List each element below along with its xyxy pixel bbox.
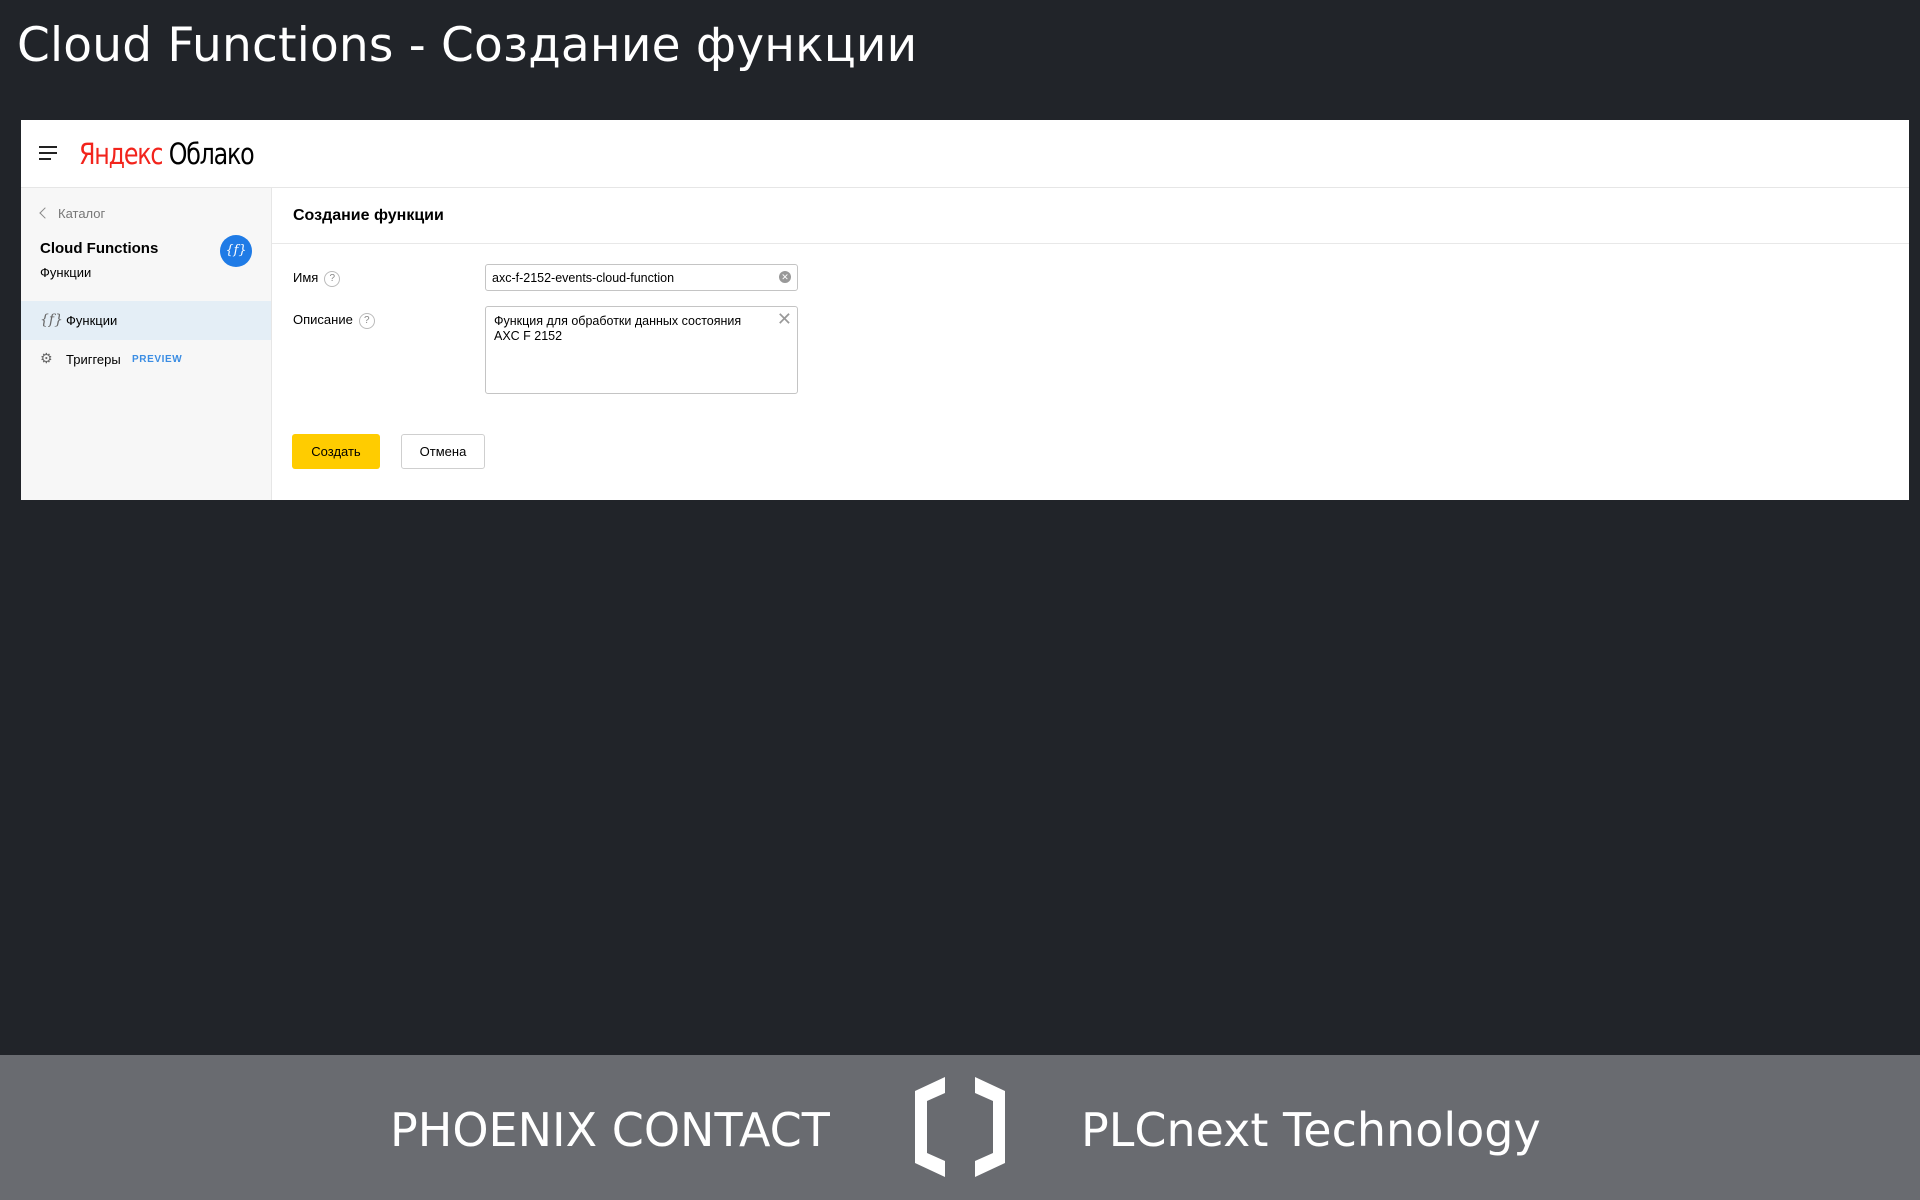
description-label-text: Описание bbox=[293, 312, 353, 327]
sidebar-item-label: Функции bbox=[66, 313, 118, 328]
functions-service-icon: {f} bbox=[220, 235, 252, 267]
clear-icon[interactable]: ✕ bbox=[779, 271, 791, 283]
sidebar-item-triggers[interactable]: ⚙ Триггеры PREVIEW bbox=[21, 340, 271, 379]
top-bar: Яндекс Облако bbox=[21, 120, 1909, 188]
description-label: Описание? bbox=[293, 312, 375, 329]
slide-title: Cloud Functions - Создание функции bbox=[17, 18, 918, 73]
create-button[interactable]: Создать bbox=[292, 434, 380, 469]
sidebar-item-functions[interactable]: {f} Функции bbox=[21, 301, 271, 340]
page-title: Создание функции bbox=[293, 207, 444, 224]
name-label-text: Имя bbox=[293, 270, 319, 285]
description-field-value: Функция для обработки данных состояния A… bbox=[494, 314, 742, 343]
sidebar-item-label: Триггеры bbox=[66, 352, 121, 367]
chevron-left-icon bbox=[39, 207, 51, 219]
footer-banner: PHOENIX CONTACT PLCnext Technology bbox=[0, 1055, 1920, 1200]
gear-icon: ⚙ bbox=[40, 351, 53, 367]
sidebar: Каталог Cloud Functions Функции {f} {f} … bbox=[21, 188, 272, 500]
menu-icon[interactable] bbox=[39, 146, 61, 164]
logo-product: Облако bbox=[168, 137, 255, 171]
help-icon[interactable]: ? bbox=[358, 312, 375, 329]
service-title: Cloud Functions bbox=[40, 240, 159, 257]
name-field-value: axc-f-2152-events-cloud-function bbox=[492, 271, 675, 285]
catalog-back-label: Каталог bbox=[58, 206, 106, 221]
phoenix-contact-brand: PHOENIX CONTACT bbox=[390, 1103, 830, 1157]
name-label: Имя? bbox=[293, 270, 341, 287]
yandex-cloud-logo[interactable]: Яндекс Облако bbox=[79, 136, 255, 172]
description-field[interactable]: Функция для обработки данных состояния A… bbox=[485, 306, 798, 394]
preview-badge: PREVIEW bbox=[132, 354, 183, 365]
yandex-cloud-console: Яндекс Облако Каталог Cloud Functions Фун… bbox=[21, 120, 1909, 500]
logo-brand: Яндекс bbox=[79, 137, 163, 171]
name-field[interactable]: axc-f-2152-events-cloud-function ✕ bbox=[485, 264, 798, 291]
catalog-back-link[interactable]: Каталог bbox=[39, 206, 106, 221]
function-icon: {f} bbox=[40, 312, 63, 328]
cancel-button[interactable]: Отмена bbox=[401, 434, 485, 469]
plcnext-logo-icon bbox=[915, 1077, 1005, 1177]
divider bbox=[272, 243, 1909, 244]
plcnext-technology-label: PLCnext Technology bbox=[1081, 1103, 1541, 1157]
help-icon[interactable]: ? bbox=[324, 270, 341, 287]
close-icon[interactable]: ✕ bbox=[777, 309, 792, 330]
service-subtitle: Функции bbox=[40, 265, 92, 280]
